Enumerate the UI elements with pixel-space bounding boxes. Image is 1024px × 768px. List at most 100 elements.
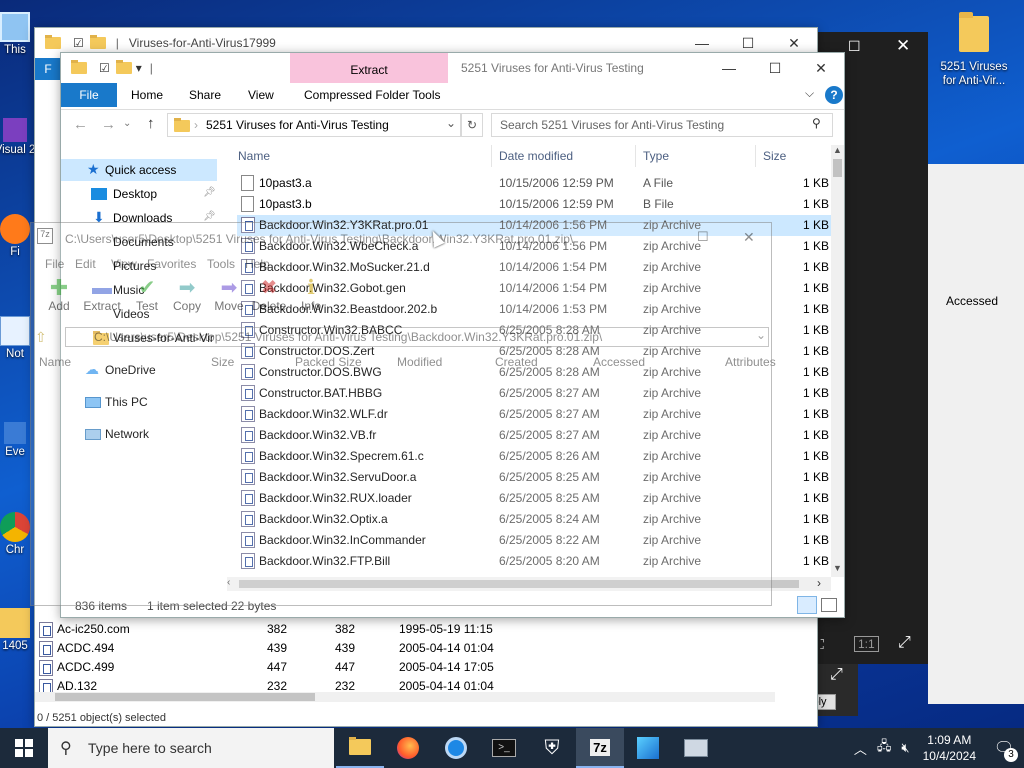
ribbon-expand-icon[interactable]: ⌵ xyxy=(805,86,814,101)
taskbar-terminal[interactable]: >_ xyxy=(480,728,528,768)
taskbar-7zip[interactable]: 7z xyxy=(576,728,624,768)
column-header-name[interactable]: Name xyxy=(238,149,270,163)
taskbar-search-box[interactable]: ⚲ Type here to search xyxy=(48,728,334,768)
folder-icon xyxy=(71,60,87,74)
close-icon[interactable]: ✕ xyxy=(896,36,910,56)
column-header-accessed[interactable]: Accessed xyxy=(593,355,645,369)
column-header-name[interactable]: Name xyxy=(39,355,71,369)
notification-center-button[interactable]: 🗨︎ 3 xyxy=(984,728,1024,768)
maximize-button[interactable]: ☐ xyxy=(752,53,798,83)
up-arrow-icon[interactable]: ↑ xyxy=(147,115,155,132)
file-row[interactable]: 10past3.b 10/15/2006 12:59 PM B File 1 KB xyxy=(237,194,831,215)
vertical-scrollbar[interactable]: ▲ ▼ xyxy=(831,145,844,577)
menu-favorites[interactable]: Favorites xyxy=(147,257,196,271)
tab-share[interactable]: Share xyxy=(189,88,221,102)
taskbar-app-blue[interactable] xyxy=(624,728,672,768)
column-header-attributes[interactable]: Attributes xyxy=(725,355,776,369)
maximize-icon[interactable]: ☐ xyxy=(848,38,861,55)
close-button[interactable]: ✕ xyxy=(743,229,755,246)
fullscreen-icon[interactable]: ⤢ xyxy=(898,634,911,652)
list-item[interactable]: ACDC.499 447 447 2005-04-14 17:05 xyxy=(37,658,817,677)
scroll-right-icon[interactable]: › xyxy=(817,576,821,590)
desktop-icon-virus-folder[interactable]: 5251 Viruses for Anti-Vir... xyxy=(936,10,1012,88)
menu-view[interactable]: View xyxy=(111,257,137,271)
sevenzip-path-bar[interactable]: C:\Users\user5\Desktop\5251 Viruses for … xyxy=(65,327,769,347)
recent-dropdown-icon[interactable]: ⌄ xyxy=(123,118,131,129)
start-button[interactable] xyxy=(0,728,48,768)
taskbar-file-explorer[interactable] xyxy=(336,728,384,768)
forward-arrow-icon[interactable]: → xyxy=(101,116,116,133)
minimize-button[interactable]: — xyxy=(706,53,752,83)
file-tab-stub[interactable]: F xyxy=(35,58,61,80)
tab-file[interactable]: File xyxy=(61,83,117,107)
taskbar-firefox[interactable] xyxy=(384,728,432,768)
file-packed: 382 xyxy=(335,622,356,636)
column-header-size[interactable]: Size xyxy=(211,355,234,369)
7zip-icon: 7z xyxy=(590,738,610,756)
network-tray-icon[interactable]: 🖧︎ xyxy=(872,737,897,759)
sevenzip-menubar: File Edit View Favorites Tools Help xyxy=(31,255,771,275)
column-header-type[interactable]: Type xyxy=(643,149,669,163)
move-button[interactable]: ➡ Move xyxy=(209,277,249,313)
file-row[interactable]: 10past3.a 10/15/2006 12:59 PM A File 1 KB xyxy=(237,173,831,194)
window-title: Viruses-for-Anti-Virus17999 xyxy=(128,36,276,50)
search-box[interactable]: Search 5251 Viruses for Anti-Virus Testi… xyxy=(491,113,833,137)
info-button[interactable]: ℹ Info xyxy=(291,277,331,313)
chevron-up-icon[interactable]: ︿ xyxy=(849,739,872,758)
column-header-size[interactable]: Size xyxy=(763,149,786,163)
tab-view[interactable]: View xyxy=(248,88,274,102)
help-icon[interactable]: ? xyxy=(825,86,843,104)
list-item[interactable]: ACDC.494 439 439 2005-04-14 01:04 xyxy=(37,639,817,658)
fullscreen-icon-2[interactable]: ⤢ xyxy=(830,666,843,684)
path-dropdown-icon[interactable]: ⌄ xyxy=(756,328,766,342)
close-button[interactable]: ✕ xyxy=(798,53,844,83)
folder-icon xyxy=(89,35,106,49)
tab-compressed-folder-tools[interactable]: Compressed Folder Tools xyxy=(304,88,441,102)
menu-help[interactable]: Help xyxy=(245,257,270,271)
pin-icon[interactable]: 📌︎ xyxy=(203,211,216,222)
actual-size-icon[interactable]: 1:1 xyxy=(854,636,879,652)
column-header-created[interactable]: Created xyxy=(495,355,538,369)
copy-button[interactable]: ➡ Copy xyxy=(167,277,207,313)
file-date: 2005-04-14 17:05 xyxy=(399,660,494,674)
extract-button[interactable]: ▬ Extract xyxy=(79,277,125,313)
scroll-up-icon[interactable]: ▲ xyxy=(833,145,842,155)
menu-tools[interactable]: Tools xyxy=(207,257,235,271)
scrollbar-thumb[interactable] xyxy=(55,693,315,701)
taskbar-app-network[interactable] xyxy=(672,728,720,768)
file-size: 1 KB xyxy=(802,281,829,295)
delete-x-icon: ✖ xyxy=(260,277,278,299)
address-dropdown-icon[interactable]: ⌄ xyxy=(446,116,456,130)
pin-icon[interactable]: 📌︎ xyxy=(203,187,216,198)
refresh-icon[interactable]: ↻ xyxy=(461,113,483,137)
tab-home[interactable]: Home xyxy=(131,88,163,102)
accessed-column-header[interactable]: Accessed xyxy=(946,294,998,308)
menu-file[interactable]: File xyxy=(45,257,64,271)
details-view-icon[interactable] xyxy=(797,596,817,614)
add-button[interactable]: ✚ Add xyxy=(39,277,79,314)
list-item[interactable]: Ac-ic250.com 382 382 1995-05-19 11:15 xyxy=(37,620,817,639)
delete-button[interactable]: ✖ Delete xyxy=(249,277,289,313)
test-button[interactable]: ✔ Test xyxy=(127,277,167,313)
taskbar-security[interactable]: ⛨ xyxy=(528,728,576,768)
quick-access-dropdown-icon[interactable]: ▾ xyxy=(136,61,142,75)
info-icon: ℹ xyxy=(307,277,315,299)
taskbar-chrome[interactable] xyxy=(432,728,480,768)
horizontal-scrollbar[interactable] xyxy=(35,692,775,702)
address-bar[interactable]: › 5251 Viruses for Anti-Virus Testing ⌄ xyxy=(167,113,461,137)
maximize-button[interactable]: ☐ xyxy=(697,229,709,245)
back-arrow-icon[interactable]: ← xyxy=(73,116,88,133)
scrollbar-thumb[interactable] xyxy=(833,159,842,177)
clock[interactable]: 1:09 AM 10/4/2024 xyxy=(915,732,984,764)
menu-edit[interactable]: Edit xyxy=(75,257,96,271)
nav-item-desktop[interactable]: Desktop 📌︎ xyxy=(61,183,217,205)
up-folder-icon[interactable]: ⇧ xyxy=(35,329,47,346)
nav-item-quick-access[interactable]: ★ Quick access xyxy=(61,159,217,181)
column-header-modified[interactable]: Modified xyxy=(397,355,442,369)
scroll-down-icon[interactable]: ▼ xyxy=(833,563,842,573)
column-header-date[interactable]: Date modified xyxy=(499,149,573,163)
large-icons-view-icon[interactable] xyxy=(821,598,837,612)
volume-muted-icon[interactable]: 🔇︎ xyxy=(896,740,914,756)
column-header-packed[interactable]: Packed Size xyxy=(295,355,362,369)
file-size: 1 KB xyxy=(802,260,829,274)
